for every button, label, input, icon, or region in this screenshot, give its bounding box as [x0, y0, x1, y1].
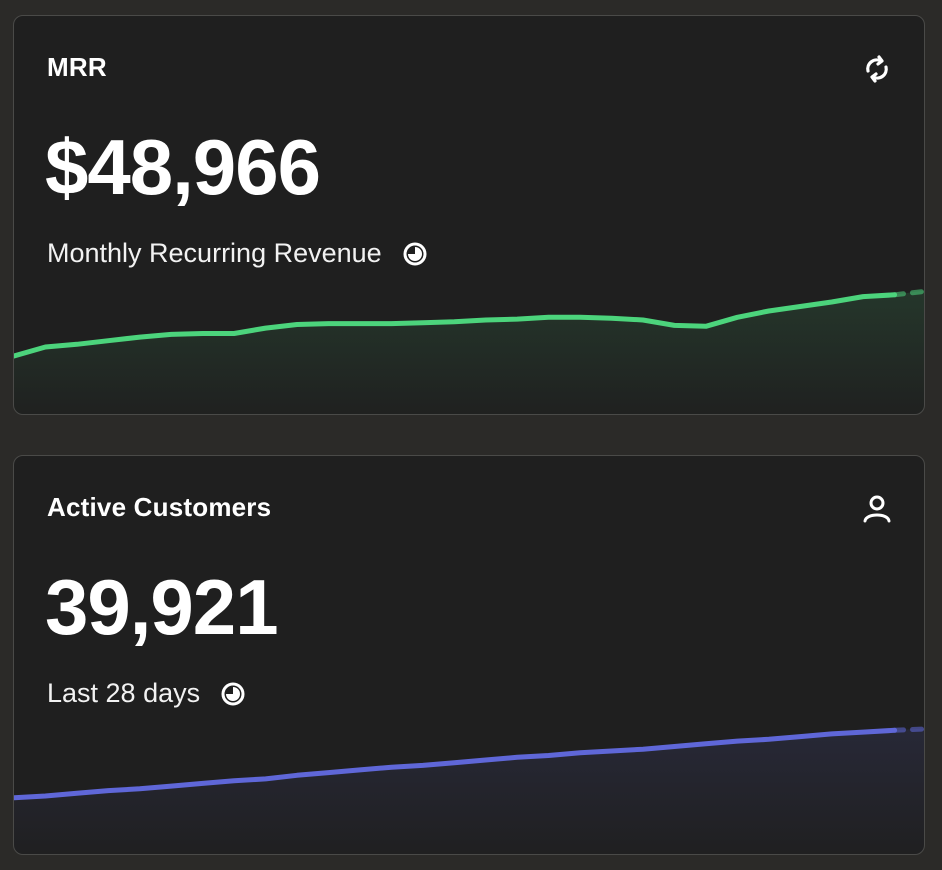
- clock-icon[interactable]: [402, 241, 428, 267]
- mrr-card[interactable]: MRR $48,966 Monthly Recurring Revenue: [13, 15, 925, 415]
- card-title: MRR: [47, 52, 107, 82]
- mrr-value: $48,966: [45, 123, 321, 211]
- sync-icon[interactable]: [860, 52, 894, 86]
- card-title: Active Customers: [47, 492, 272, 522]
- active-customers-value: 39,921: [45, 563, 279, 651]
- active-customers-card[interactable]: Active Customers 39,921 Last 28 days: [13, 455, 925, 855]
- mrr-sparkline: [14, 288, 924, 414]
- sparkline-area: [14, 728, 924, 854]
- user-icon[interactable]: [860, 492, 894, 526]
- clock-icon[interactable]: [220, 681, 246, 707]
- active-customers-sparkline: [14, 726, 924, 854]
